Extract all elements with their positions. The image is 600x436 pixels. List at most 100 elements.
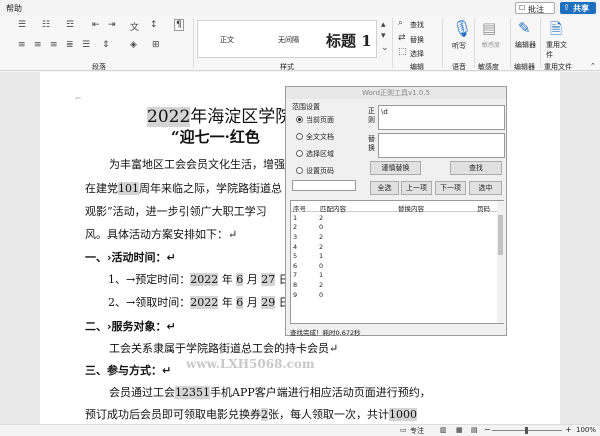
bullets-icon[interactable]: ☰ — [18, 20, 26, 30]
line-spacing-icon[interactable]: ⇕ — [102, 40, 110, 50]
align-center-icon[interactable]: ≡ — [34, 40, 42, 50]
select-icon: ⬚ — [398, 47, 407, 57]
share-button[interactable]: ⇪ 共享 — [560, 2, 596, 14]
table-row[interactable]: 51 — [291, 251, 497, 261]
gallery-more-icon[interactable]: ⌄ — [381, 43, 389, 53]
numbering-icon[interactable]: ☷ — [42, 20, 50, 30]
zoom-level[interactable]: 100% — [576, 426, 596, 434]
radio-current-page[interactable] — [296, 116, 303, 123]
gallery-down-icon[interactable]: ▾ — [381, 31, 386, 41]
regex-input[interactable]: \d — [378, 105, 505, 130]
style-normal[interactable]: 正文 — [220, 35, 234, 45]
radio-selection[interactable] — [296, 150, 303, 157]
web-layout-icon[interactable]: ▤ — [471, 426, 478, 434]
table-row[interactable]: 12 — [291, 213, 497, 223]
select-button[interactable]: 选择 — [410, 49, 424, 59]
replace-button[interactable]: 替换 — [410, 35, 424, 45]
table-cell: 0 — [319, 290, 324, 299]
collapse-ribbon-icon[interactable]: ⌃ — [590, 62, 596, 70]
column-header[interactable]: 序号 — [293, 203, 306, 213]
align-right-icon[interactable]: ≡ — [50, 40, 58, 50]
table-row[interactable]: 20 — [291, 223, 497, 233]
multilevel-list-icon[interactable]: ☲ — [66, 20, 74, 30]
sort-icon[interactable]: ↕ — [150, 20, 158, 30]
selected-button[interactable]: 选中 — [469, 181, 502, 195]
results-list[interactable]: 序号 匹配内容 替换内容 页码 122032425160718290 — [290, 200, 504, 324]
editor-icon[interactable]: ✎ — [518, 19, 531, 37]
comment-button[interactable]: ☐ 批注 — [515, 2, 555, 14]
status-bar: ▭ 专注 ▥ ▦ ▤ − + 100% — [0, 424, 600, 435]
column-header[interactable]: 替换内容 — [398, 203, 424, 213]
chinese-layout-icon[interactable]: 文 — [130, 20, 139, 33]
style-no-spacing[interactable]: 无间隔 — [278, 35, 299, 45]
align-left-icon[interactable]: ≡ — [18, 40, 26, 50]
print-layout-icon[interactable]: ▦ — [456, 426, 463, 434]
match-highlight: 6 — [236, 273, 244, 286]
time-line: 1、→预定时间：2022 年 6 月 27 日 — [108, 271, 290, 287]
regex-tool-dialog: Word正则工具v1.0.5 范围设置 当前页面 全文文档 选择区域 设置页码 … — [285, 86, 507, 337]
decrease-indent-icon[interactable]: ⇤ — [92, 20, 100, 30]
zoom-thumb[interactable] — [525, 427, 528, 434]
table-row[interactable]: 42 — [291, 242, 497, 252]
style-heading1[interactable]: 标题 1 — [326, 30, 372, 51]
table-cell: 8 — [293, 280, 298, 289]
gallery-up-icon[interactable]: ▴ — [381, 20, 386, 30]
scrollbar-thumb[interactable] — [498, 215, 503, 255]
table-row[interactable]: 82 — [291, 280, 497, 290]
match-highlight: 27 — [261, 273, 276, 286]
read-mode-icon[interactable]: ▥ — [440, 426, 447, 434]
table-cell — [395, 290, 473, 300]
table-row[interactable]: 32 — [291, 232, 497, 242]
paragraph-group-label: 段落 — [92, 63, 106, 71]
table-row[interactable]: 71 — [291, 271, 497, 281]
paragraph-line: 预订成功后会员即可领取电影兑换券2张，每人领取一次，共计1000 — [85, 406, 417, 422]
paragraph-line: 工会关系隶属于学院路街道总工会的持卡会员↵ — [109, 342, 339, 355]
page-range-input[interactable] — [292, 180, 356, 191]
reuse-files-button[interactable]: 重用文件 — [546, 40, 572, 60]
find-icon: ⌕ — [398, 18, 404, 28]
help-menu[interactable]: 帮助 — [6, 3, 22, 14]
sensitivity-icon[interactable]: ▤ — [482, 19, 496, 37]
replace-input[interactable] — [378, 133, 505, 158]
select-all-button[interactable]: 全选 — [370, 181, 399, 195]
find-button[interactable]: 查找 — [410, 20, 424, 30]
shading-icon[interactable]: ◈ — [130, 40, 137, 50]
show-marks-icon[interactable]: ¶ — [174, 19, 184, 31]
results-scrollbar[interactable] — [497, 201, 504, 323]
table-cell — [473, 223, 497, 233]
column-header[interactable]: 匹配内容 — [320, 203, 346, 213]
replace-icon: ⇄ — [398, 33, 406, 43]
focus-icon[interactable]: ▭ — [400, 426, 407, 434]
previous-button[interactable]: 上一项 — [401, 181, 432, 195]
microphone-icon[interactable]: 🎙 — [452, 19, 472, 38]
regex-replace-button[interactable]: 谨慎替换 — [370, 161, 421, 175]
zoom-out-icon[interactable]: − — [484, 425, 491, 434]
next-button[interactable]: 下一项 — [435, 181, 466, 195]
text-span: 年 — [221, 273, 233, 286]
table-cell — [473, 242, 497, 252]
dialog-title[interactable]: Word正则工具v1.0.5 — [286, 87, 506, 99]
match-highlight: 2 — [261, 408, 268, 421]
radio-full-document[interactable] — [296, 133, 303, 140]
zoom-in-icon[interactable]: + — [565, 425, 572, 434]
ribbon: ☰ ☷ ☲ ⇤ ⇥ 文 ↕ ¶ ≡ ≡ ≡ ≣ ☰ ⇕ ◈ ⊞ 段落 正文 无间… — [0, 16, 600, 71]
find-button[interactable]: 查找 — [450, 161, 502, 175]
radio-page-range[interactable] — [296, 167, 303, 174]
justify-icon[interactable]: ≣ — [66, 40, 74, 50]
match-highlight: 1000 — [389, 408, 417, 421]
divider — [540, 18, 541, 68]
option-label: 全文文档 — [306, 133, 334, 141]
table-cell — [395, 223, 473, 233]
match-highlight: 101 — [118, 182, 139, 195]
text-span: 会员通过工会 — [109, 386, 175, 399]
increase-indent-icon[interactable]: ⇥ — [108, 20, 116, 30]
table-row[interactable]: 90 — [291, 290, 497, 300]
sensitivity-button[interactable]: 敏感度 — [482, 40, 504, 49]
distribute-icon[interactable]: ☰ — [82, 40, 90, 50]
editor-button[interactable]: 编辑器 — [515, 40, 539, 50]
borders-icon[interactable]: ⊞ — [152, 40, 160, 50]
doc-subtitle: “迎七一·红色 — [171, 128, 260, 146]
dictate-button[interactable]: 听写 — [452, 41, 466, 51]
table-row[interactable]: 60 — [291, 261, 497, 271]
column-header[interactable]: 页码 — [477, 203, 490, 213]
